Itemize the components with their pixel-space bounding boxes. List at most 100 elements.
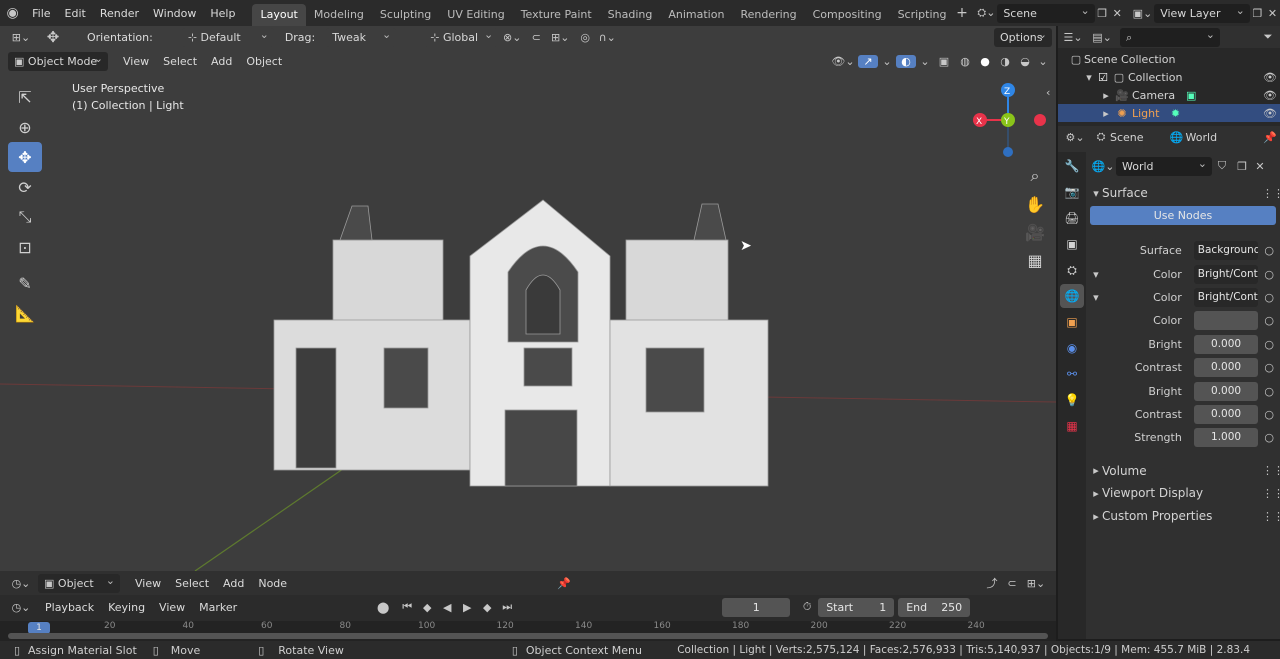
record-keyframe-icon[interactable]: ⬤ (374, 601, 392, 614)
gizmo-toggle-icon[interactable]: ↗ (858, 54, 878, 68)
property-value-field[interactable] (1193, 311, 1259, 331)
add-workspace-icon[interactable]: + (955, 5, 970, 21)
property-value-field[interactable]: Bright/Cont... (1193, 287, 1259, 307)
property-value-field[interactable]: 0.000 (1193, 381, 1259, 401)
expand-arrow-icon[interactable]: ▸ (1100, 89, 1112, 102)
object-tab-icon[interactable]: ▣ (1060, 310, 1084, 334)
transform-orientation-dropdown[interactable]: ⊹ Global (424, 26, 499, 47)
surface-panel-header[interactable]: ▾ Surface ⋮⋮ (1090, 182, 1280, 204)
checkbox-icon[interactable]: ☑ (1096, 71, 1110, 84)
timeline-editor-icon[interactable]: ◷⌄ (4, 601, 38, 614)
viewport-menu-select[interactable]: Select (156, 55, 204, 68)
rendered-shading-icon[interactable]: ◒ (1016, 55, 1034, 68)
property-value-field[interactable]: 0.000 (1193, 404, 1259, 424)
node-menu-add[interactable]: Add (216, 577, 251, 590)
pan-hand-icon[interactable]: ✋ (1022, 190, 1048, 218)
socket-link-icon[interactable]: ○ (1262, 431, 1276, 444)
timeline-menu-playback[interactable]: Playback (38, 601, 101, 614)
outliner-row-camera[interactable]: ▸ 🎥 Camera ▣ 👁 (1058, 86, 1280, 104)
viewport-menu-add[interactable]: Add (204, 55, 239, 68)
3d-viewport[interactable]: ⊞⌄ ✥ Orientation: ⊹ Default Drag: Tweak … (0, 26, 1056, 571)
outliner-editor-icon[interactable]: ☰⌄ (1058, 31, 1088, 44)
scene-tab-icon[interactable]: ⛭ (1060, 258, 1084, 282)
pin-icon[interactable]: 📌 (1260, 131, 1280, 144)
play-icon[interactable]: ▶ (458, 601, 476, 614)
view-layer-tab-icon[interactable]: ▣ (1060, 232, 1084, 256)
overlay-toggle-icon[interactable]: ◐ (896, 54, 916, 68)
render-tab-icon[interactable]: 📷 (1060, 180, 1084, 204)
select-tool-button[interactable]: ⇱ (8, 82, 42, 112)
proportional-edit-icon[interactable]: ◎ (574, 31, 596, 44)
tab-modeling[interactable]: Modeling (306, 4, 372, 26)
viewport-menu-object[interactable]: Object (239, 55, 289, 68)
view-layer-icon[interactable]: ▣⌄ (1131, 7, 1154, 20)
socket-link-icon[interactable]: ○ (1262, 338, 1276, 351)
tab-shading[interactable]: Shading (600, 4, 661, 26)
falloff-icon[interactable]: ∩⌄ (596, 31, 618, 44)
timeline-menu-marker[interactable]: Marker (192, 601, 244, 614)
node-menu-view[interactable]: View (128, 577, 168, 590)
world-browse-icon[interactable]: 🌐⌄ (1090, 160, 1116, 173)
node-menu-node[interactable]: Node (251, 577, 294, 590)
wireframe-shading-icon[interactable]: ◍ (956, 55, 974, 68)
parent-node-icon[interactable]: ⤴ (982, 575, 1002, 591)
property-value-field[interactable]: 0.000 (1193, 334, 1259, 354)
visibility-icon[interactable]: 👁⌄ (830, 55, 856, 68)
snap-icon[interactable]: ⊂ (526, 31, 546, 44)
solid-shading-icon[interactable]: ● (976, 55, 994, 68)
pin-node-icon[interactable]: 📌 (554, 577, 574, 590)
options-dropdown[interactable]: Options (994, 26, 1052, 47)
delete-scene-icon[interactable]: ✕ (1110, 7, 1125, 20)
cursor-tool-button[interactable]: ⊕ (8, 112, 42, 142)
scene-icon[interactable]: ⛭⌄ (976, 6, 998, 20)
delete-view-layer-icon[interactable]: ✕ (1265, 7, 1280, 20)
outliner-row-scene-collection[interactable]: ▢ Scene Collection (1058, 50, 1280, 68)
tab-scripting[interactable]: Scripting (890, 4, 955, 26)
expand-arrow-icon[interactable]: ▸ (1100, 107, 1112, 120)
breadcrumb-world[interactable]: World (1186, 131, 1218, 144)
properties-editor-icon[interactable]: ⚙⌄ (1058, 131, 1092, 144)
eye-visibility-icon[interactable]: 👁 (1260, 107, 1280, 120)
socket-link-icon[interactable]: ○ (1262, 268, 1276, 281)
tab-uv-editing[interactable]: UV Editing (439, 4, 512, 26)
panel-custom-properties[interactable]: ▸ Custom Properties ⋮⋮ (1090, 505, 1280, 528)
menu-edit[interactable]: Edit (58, 7, 93, 20)
socket-link-icon[interactable]: ○ (1262, 385, 1276, 398)
viewport-menu-view[interactable]: View (116, 55, 156, 68)
tab-layout[interactable]: Layout (252, 4, 306, 26)
eye-visibility-icon[interactable]: 👁 (1260, 71, 1280, 84)
panel-viewport-display[interactable]: ▸ Viewport Display ⋮⋮ (1090, 482, 1280, 505)
object-data-tab-icon[interactable]: 💡 (1060, 388, 1084, 412)
rotate-tool-button[interactable]: ⟳ (8, 172, 42, 202)
view-layer-selector[interactable]: View Layer (1154, 1, 1250, 23)
use-nodes-button[interactable]: Use Nodes (1090, 206, 1276, 225)
constraints-tab-icon[interactable]: ⚯ (1060, 362, 1084, 386)
viewport-scene[interactable]: ➤ (0, 72, 1056, 571)
texture-tab-icon[interactable]: ▦ (1060, 414, 1084, 438)
world-tab-icon[interactable]: 🌐 (1060, 284, 1084, 308)
tool-tab-icon[interactable]: 🔧 (1060, 154, 1084, 178)
outliner-row-collection[interactable]: ▾ ☑ ▢ Collection 👁 (1058, 68, 1280, 86)
start-frame-field[interactable]: Start 1 (818, 597, 895, 617)
end-frame-field[interactable]: End 250 (898, 597, 971, 617)
socket-expand-icon[interactable]: ▾ (1090, 268, 1102, 281)
snap-target-icon[interactable]: ⊞⌄ (546, 31, 574, 44)
timeline-menu-keying[interactable]: Keying (101, 601, 152, 614)
node-editor-type-icon[interactable]: ◷⌄ (4, 577, 38, 590)
shading-dropdown-icon[interactable]: ⌄ (1036, 55, 1050, 68)
next-keyframe-icon[interactable]: ◆ (478, 601, 496, 614)
property-value-field[interactable]: 1.000 (1193, 428, 1259, 448)
menu-help[interactable]: Help (203, 7, 242, 20)
drag-handle-icon[interactable]: ⋮⋮ (1262, 510, 1280, 523)
outliner-search-input[interactable]: ⌕ (1120, 25, 1220, 47)
timeline-ruler[interactable]: 20 40 60 80 100 120 140 160 180 200 220 240 1 (0, 621, 1056, 641)
pivot-icon[interactable]: ⊗⌄ (498, 31, 526, 44)
drag-handle-icon[interactable]: ⋮⋮ (1262, 464, 1280, 477)
snap-element-icon[interactable]: ⊞⌄ (1022, 577, 1050, 590)
navigation-gizmo[interactable]: Z X Y (970, 82, 1050, 160)
panel-volume[interactable]: ▸ Volume ⋮⋮ (1090, 460, 1280, 483)
shader-type-dropdown[interactable]: ▣ Object (38, 571, 120, 593)
socket-link-icon[interactable]: ○ (1262, 244, 1276, 257)
preview-range-icon[interactable]: ⏱ (796, 600, 818, 614)
perspective-toggle-icon[interactable]: ▦ (1022, 246, 1048, 274)
